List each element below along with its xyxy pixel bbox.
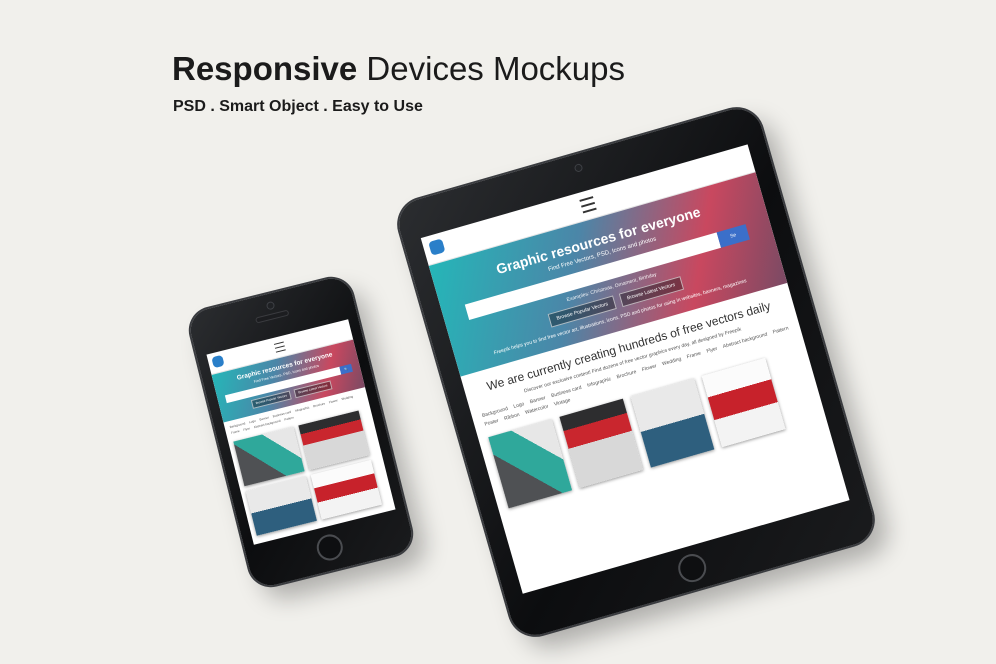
search-icon[interactable]: 🔍 [339,363,353,375]
hamburger-menu-icon[interactable] [273,341,286,353]
resource-thumbnail[interactable] [488,418,573,509]
tag-link[interactable]: Logo [513,401,525,410]
tag-link[interactable]: Pattern [772,325,789,335]
mockup-subheading: PSD . Smart Object . Easy to Use [173,98,423,115]
tag-link[interactable]: Flower [641,363,657,373]
resource-thumbnail[interactable] [310,459,382,520]
search-button[interactable]: Se [716,223,750,248]
tag-link[interactable]: Ribbon [503,412,520,422]
tag-link[interactable]: Flyer [706,345,718,354]
headline-rest: Devices Mockups [366,50,626,87]
tag-link[interactable]: Frame [231,429,240,435]
tag-link[interactable]: Infographic [294,405,309,412]
resource-thumbnail[interactable] [559,398,644,488]
phone-mockup: Graphic resources for everyone Find Free… [186,274,416,590]
tag-link[interactable]: Vintage [553,397,571,407]
tag-link[interactable]: Wedding [661,356,682,367]
resource-thumbnail[interactable] [233,426,305,487]
resource-thumbnail[interactable] [245,475,317,536]
resource-thumbnail[interactable] [630,377,715,468]
tag-link[interactable]: Watercolor [524,403,549,415]
resource-thumbnail[interactable] [701,357,786,447]
tag-link[interactable]: Wedding [341,394,353,401]
tag-link[interactable]: Flower [328,398,338,404]
site-logo-icon[interactable] [428,238,446,256]
tag-link[interactable]: Brochure [616,369,637,380]
resource-thumbnail[interactable] [298,410,370,470]
mockup-headline: Responsive Devices Mockups [172,50,625,88]
tag-link[interactable]: Frame [686,350,702,360]
tag-link[interactable]: Pattern [284,415,294,421]
tag-link[interactable]: Brochure [313,401,326,408]
hamburger-menu-icon[interactable] [579,196,597,214]
tag-link[interactable]: Logo [249,419,256,424]
tablet-mockup: Graphic resources for everyone Find Free… [392,102,880,642]
headline-bold: Responsive [172,50,358,87]
site-logo-icon[interactable] [211,354,225,369]
tag-link[interactable]: Poster [484,418,500,428]
tag-link[interactable]: Infographic [586,376,611,389]
tag-link[interactable]: Flyer [243,426,250,431]
